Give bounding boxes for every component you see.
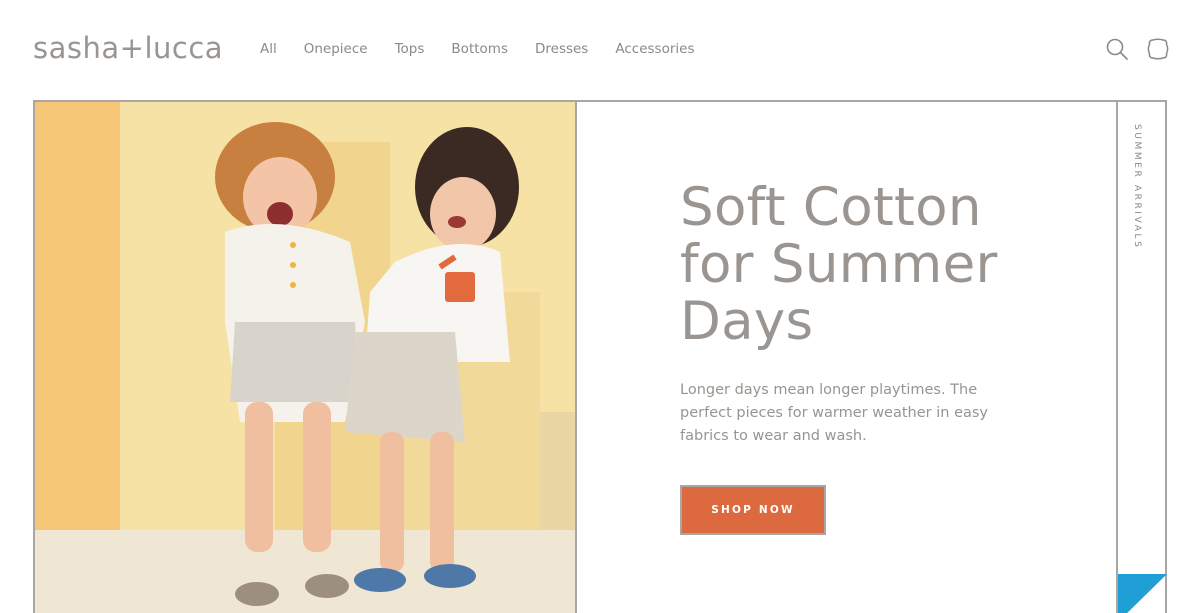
nav-item-onepiece[interactable]: Onepiece bbox=[304, 41, 368, 57]
hero-description: Longer days mean longer playtimes. The p… bbox=[680, 382, 989, 444]
side-tab: SUMMER ARRIVALS bbox=[1116, 102, 1167, 613]
summer-arrivals-label[interactable]: SUMMER ARRIVALS bbox=[1132, 124, 1142, 249]
nav-item-bottoms[interactable]: Bottoms bbox=[451, 41, 508, 57]
hero-headline-line: Soft Cotton bbox=[680, 177, 982, 238]
nav-item-accessories[interactable]: Accessories bbox=[615, 41, 694, 57]
search-icon bbox=[1106, 38, 1128, 60]
nav-item-all[interactable]: All bbox=[260, 41, 277, 57]
hero-banner: Soft Cotton for Summer Days Longer days … bbox=[33, 100, 1167, 613]
hero-headline-line: for Summer bbox=[680, 234, 998, 295]
shop-now-button[interactable]: SHOP NOW bbox=[680, 485, 826, 535]
hero-content: Soft Cotton for Summer Days Longer days … bbox=[680, 179, 1040, 535]
search-button[interactable] bbox=[1105, 37, 1129, 61]
corner-fold-icon[interactable] bbox=[1118, 574, 1167, 613]
hero-headline: Soft Cotton for Summer Days bbox=[680, 179, 1040, 350]
hero-photo[interactable] bbox=[35, 102, 577, 613]
cart-button[interactable] bbox=[1146, 37, 1170, 61]
hero-headline-line: Days bbox=[680, 291, 814, 352]
nav-item-tops[interactable]: Tops bbox=[395, 41, 425, 57]
brand-logo[interactable]: sasha+lucca bbox=[33, 31, 223, 65]
shopping-bag-icon bbox=[1147, 38, 1169, 60]
main-nav: All Onepiece Tops Bottoms Dresses Access… bbox=[260, 41, 721, 57]
nav-item-dresses[interactable]: Dresses bbox=[535, 41, 588, 57]
